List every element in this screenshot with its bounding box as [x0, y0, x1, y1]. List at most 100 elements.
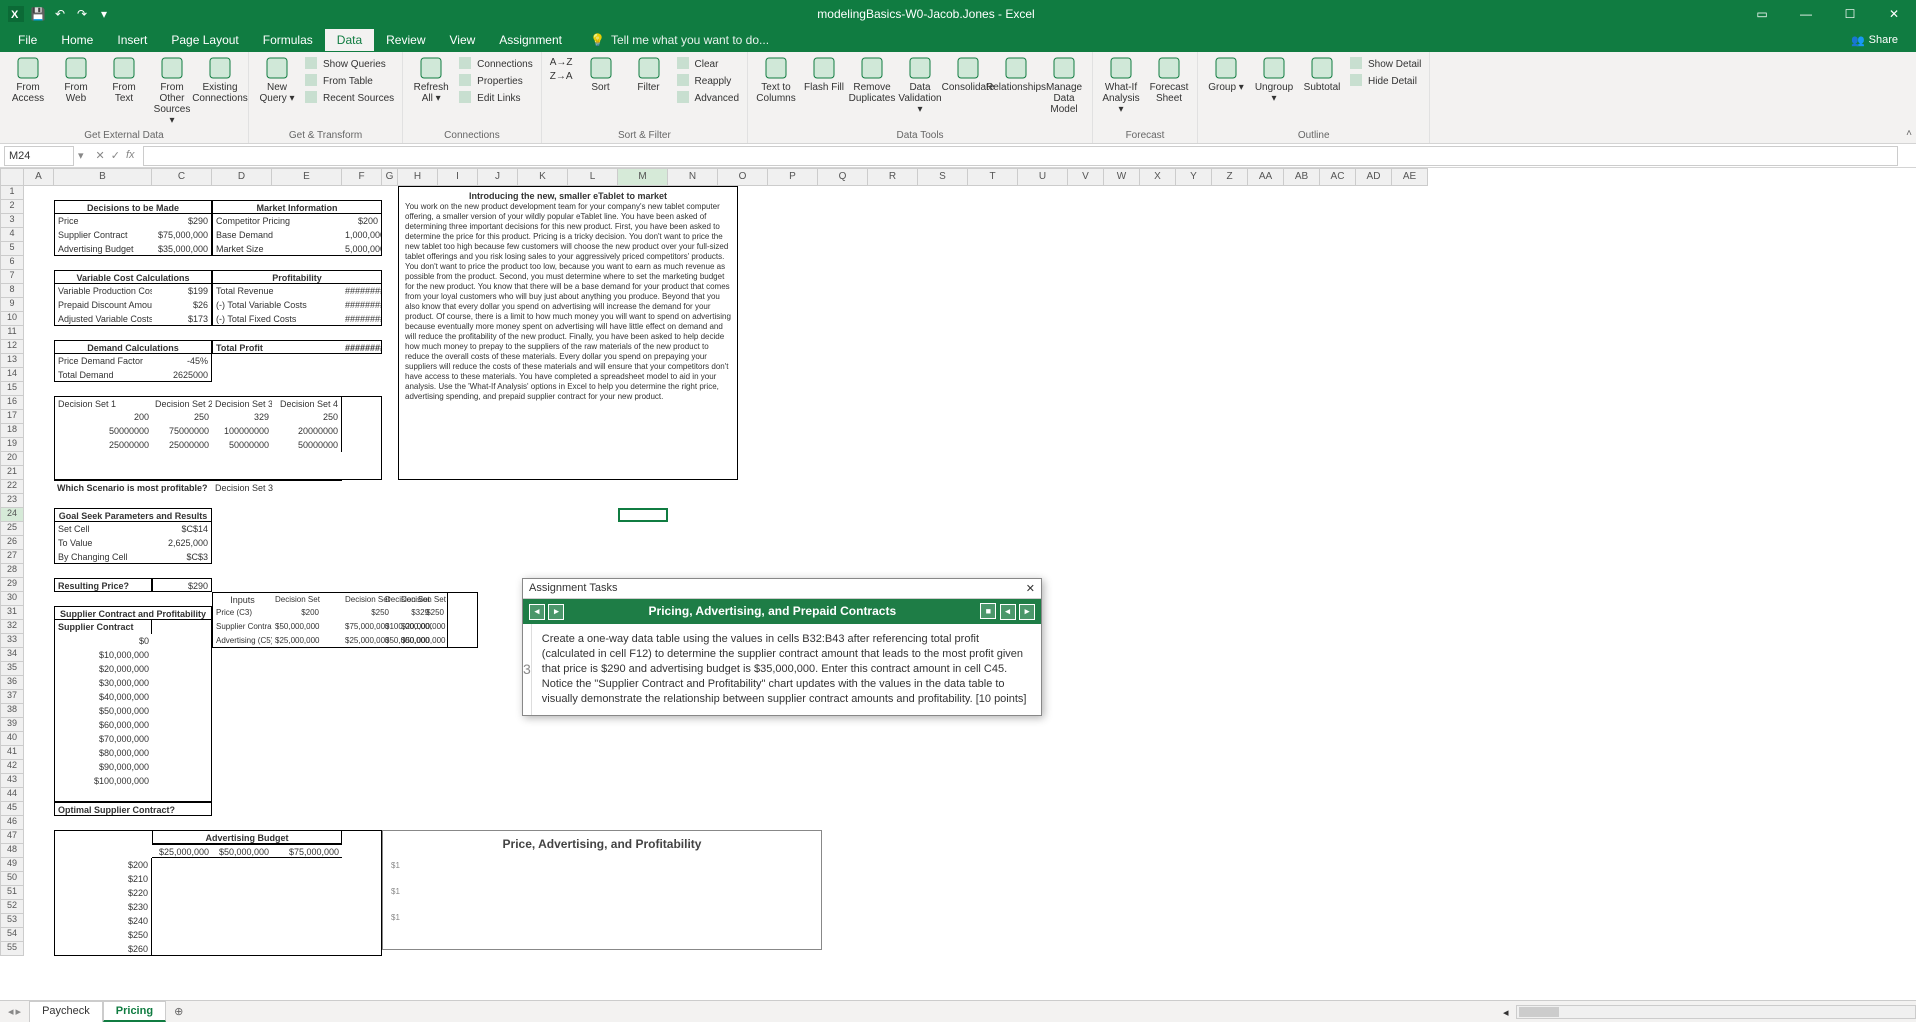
- cell[interactable]: $90,000,000: [54, 760, 152, 774]
- col-header-X[interactable]: X: [1140, 168, 1176, 186]
- row-header-52[interactable]: 52: [0, 900, 24, 914]
- cell[interactable]: Set Cell: [54, 522, 152, 536]
- row-header-45[interactable]: 45: [0, 802, 24, 816]
- sheet-tab-paycheck[interactable]: Paycheck: [29, 1001, 103, 1022]
- dlg-fwd-icon[interactable]: ▸: [1019, 604, 1035, 620]
- cell[interactable]: $240: [54, 914, 152, 928]
- forecast-sheet-button[interactable]: Forecast Sheet: [1147, 56, 1191, 104]
- cell[interactable]: Which Scenario is most profitable?: [54, 480, 212, 494]
- scroll-thumb[interactable]: [1519, 1007, 1559, 1017]
- cell[interactable]: $100,000,000: [54, 774, 152, 788]
- cell[interactable]: $173: [152, 312, 212, 326]
- cell[interactable]: $200: [272, 606, 322, 620]
- cell[interactable]: $80,000,000: [54, 746, 152, 760]
- row-header-14[interactable]: 14: [0, 368, 24, 382]
- tab-view[interactable]: View: [438, 29, 488, 51]
- row-header-9[interactable]: 9: [0, 298, 24, 312]
- col-header-AE[interactable]: AE: [1392, 168, 1428, 186]
- cell[interactable]: Inputs: [212, 592, 272, 606]
- col-header-T[interactable]: T: [968, 168, 1018, 186]
- row-header-27[interactable]: 27: [0, 550, 24, 564]
- col-header-Y[interactable]: Y: [1176, 168, 1212, 186]
- cell[interactable]: 50000000: [272, 438, 342, 452]
- new-sheet-icon[interactable]: ⊕: [166, 1005, 191, 1018]
- row-header-49[interactable]: 49: [0, 858, 24, 872]
- cell[interactable]: Price (C3): [212, 606, 272, 620]
- col-header-F[interactable]: F: [342, 168, 382, 186]
- row-header-24[interactable]: 24: [0, 508, 24, 522]
- col-header-P[interactable]: P: [768, 168, 818, 186]
- cell[interactable]: $220: [54, 886, 152, 900]
- cell[interactable]: 1,000,000: [342, 228, 382, 242]
- row-header-35[interactable]: 35: [0, 662, 24, 676]
- fx-icon[interactable]: fx: [126, 149, 135, 162]
- row-header-44[interactable]: 44: [0, 788, 24, 802]
- cell[interactable]: $230: [54, 900, 152, 914]
- row-header-2[interactable]: 2: [0, 200, 24, 214]
- scroll-left-icon[interactable]: ◂: [1503, 1006, 1509, 1019]
- row-header-30[interactable]: 30: [0, 592, 24, 606]
- cell[interactable]: [152, 718, 212, 732]
- row-header-38[interactable]: 38: [0, 704, 24, 718]
- tab-scroll-right-icon[interactable]: ▸: [16, 1005, 22, 1018]
- col-header-AC[interactable]: AC: [1320, 168, 1356, 186]
- dlg-prev-icon[interactable]: ◂: [529, 604, 545, 620]
- col-header-A[interactable]: A: [24, 168, 54, 186]
- col-header-Q[interactable]: Q: [818, 168, 868, 186]
- row-header-5[interactable]: 5: [0, 242, 24, 256]
- tab-data[interactable]: Data: [325, 29, 374, 51]
- cell[interactable]: Supplier Contract: [54, 228, 152, 242]
- qat-dropdown-icon[interactable]: ▾: [96, 6, 112, 22]
- row-header-50[interactable]: 50: [0, 872, 24, 886]
- from-access-button[interactable]: From Access: [6, 56, 50, 104]
- cell[interactable]: #########: [342, 340, 382, 354]
- cell[interactable]: Total Demand: [54, 368, 152, 382]
- row-header-28[interactable]: 28: [0, 564, 24, 578]
- subtotal-button[interactable]: Subtotal: [1300, 56, 1344, 93]
- row-header-15[interactable]: 15: [0, 382, 24, 396]
- row-header-20[interactable]: 20: [0, 452, 24, 466]
- cell[interactable]: -45%: [152, 354, 212, 368]
- sort-button[interactable]: Sort: [579, 56, 623, 93]
- show-detail-button[interactable]: Show Detail: [1348, 56, 1423, 72]
- consolidate-button[interactable]: Consolidate: [946, 56, 990, 93]
- col-header-U[interactable]: U: [1018, 168, 1068, 186]
- col-header-AD[interactable]: AD: [1356, 168, 1392, 186]
- cell[interactable]: $20,000,000: [398, 620, 448, 634]
- cell[interactable]: $210: [54, 872, 152, 886]
- row-header-55[interactable]: 55: [0, 942, 24, 956]
- ribbon-display-icon[interactable]: ▭: [1740, 0, 1784, 28]
- cell[interactable]: To Value: [54, 536, 152, 550]
- cell[interactable]: $40,000,000: [54, 690, 152, 704]
- row-header-47[interactable]: 47: [0, 830, 24, 844]
- dlg-back-icon[interactable]: ◂: [1000, 604, 1016, 620]
- new-query--button[interactable]: New Query ▾: [255, 56, 299, 104]
- cell[interactable]: Total Revenue: [212, 284, 342, 298]
- assignment-dialog[interactable]: Assignment Tasks✕◂ ▸Pricing, Advertising…: [522, 578, 1042, 716]
- cell[interactable]: [152, 634, 212, 648]
- cell[interactable]: Advertising Budget: [152, 830, 342, 844]
- row-header-33[interactable]: 33: [0, 634, 24, 648]
- cell[interactable]: [152, 774, 212, 788]
- cell[interactable]: $290: [152, 214, 212, 228]
- dlg-next-icon[interactable]: ▸: [548, 604, 564, 620]
- cell[interactable]: Prepaid Discount Amount: [54, 298, 152, 312]
- row-header-11[interactable]: 11: [0, 326, 24, 340]
- cell[interactable]: [152, 746, 212, 760]
- cell[interactable]: Variable Production Costs: [54, 284, 152, 298]
- cell[interactable]: $25,000,000: [272, 634, 322, 648]
- close-icon[interactable]: ✕: [1872, 0, 1916, 28]
- cell[interactable]: Advertising (C5): [212, 634, 272, 648]
- col-header-AB[interactable]: AB: [1284, 168, 1320, 186]
- cell[interactable]: 200: [54, 410, 152, 424]
- cell[interactable]: #########: [342, 298, 382, 312]
- cell[interactable]: [152, 732, 212, 746]
- row-header-42[interactable]: 42: [0, 760, 24, 774]
- cell[interactable]: $10,000,000: [54, 648, 152, 662]
- col-header-N[interactable]: N: [668, 168, 718, 186]
- cell[interactable]: 25000000: [152, 438, 212, 452]
- reapply-button[interactable]: Reapply: [675, 73, 741, 89]
- col-header-W[interactable]: W: [1104, 168, 1140, 186]
- row-header-18[interactable]: 18: [0, 424, 24, 438]
- row-header-13[interactable]: 13: [0, 354, 24, 368]
